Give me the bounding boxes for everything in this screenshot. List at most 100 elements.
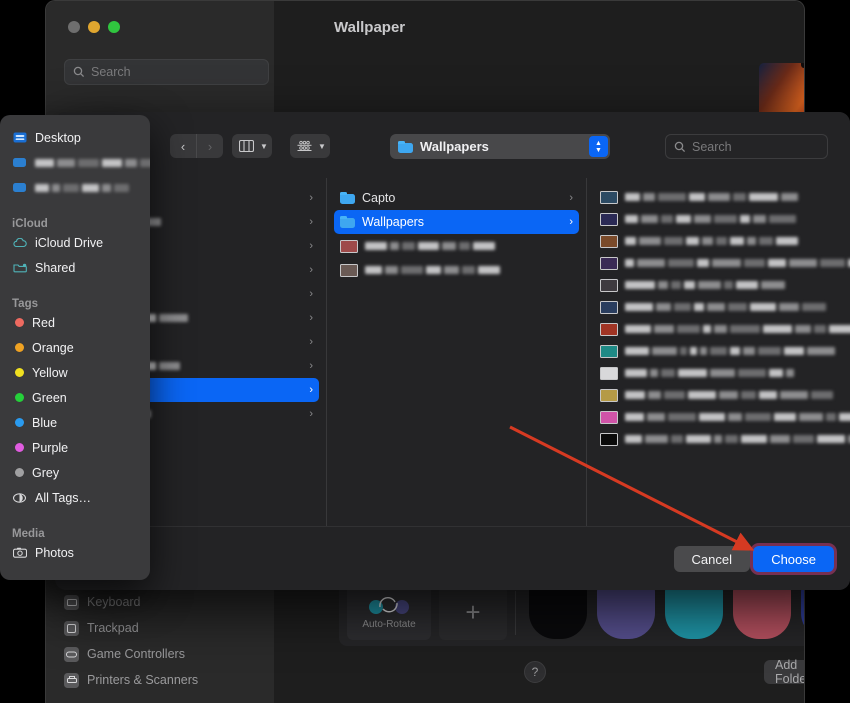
- forward-button[interactable]: ›: [197, 134, 223, 158]
- tag-item[interactable]: Blue: [0, 410, 150, 435]
- recycle-arrows-icon: [369, 596, 409, 616]
- tag-item[interactable]: Red: [0, 310, 150, 335]
- column-item[interactable]: Capto ›: [334, 186, 579, 210]
- minimize-button[interactable]: [88, 21, 100, 33]
- settings-search-field[interactable]: Search: [64, 59, 269, 85]
- tag-label: Yellow: [32, 365, 68, 380]
- sidebar-item-keyboard[interactable]: Keyboard: [56, 589, 270, 615]
- chevron-right-icon: ›: [309, 408, 313, 420]
- tag-label: Grey: [32, 465, 60, 480]
- file-item[interactable]: [594, 428, 850, 450]
- color-swatch[interactable]: [597, 587, 655, 639]
- column-item-label: Wallpapers: [362, 215, 425, 229]
- cloud-icon: [12, 236, 27, 250]
- popover-item[interactable]: [0, 175, 150, 200]
- file-item[interactable]: [594, 230, 843, 252]
- auto-rotate-label: Auto-Rotate: [362, 618, 416, 630]
- finder-search-field[interactable]: Search: [665, 134, 828, 159]
- redacted-text: [365, 242, 495, 250]
- file-thumbnail: [600, 388, 618, 402]
- popover-item[interactable]: iCloud Drive: [0, 230, 150, 255]
- sidebar-item-label: Keyboard: [87, 595, 141, 609]
- popover-item[interactable]: Photos: [0, 540, 150, 565]
- redacted-text: [35, 183, 129, 192]
- chevron-right-icon: ›: [309, 240, 313, 252]
- file-item[interactable]: [594, 296, 843, 318]
- file-item[interactable]: [594, 252, 850, 274]
- add-folder-button[interactable]: Add Folder: [764, 658, 804, 686]
- file-thumbnail: [600, 190, 618, 204]
- tag-item[interactable]: Green: [0, 385, 150, 410]
- sidebar-item-trackpad[interactable]: Trackpad: [56, 615, 270, 641]
- redacted-text: [625, 413, 850, 421]
- page-title: Wallpaper: [334, 19, 406, 36]
- popover-item[interactable]: Desktop: [0, 125, 150, 150]
- folder-icon: [398, 140, 413, 153]
- file-item[interactable]: [594, 274, 843, 296]
- tag-item[interactable]: Purple: [0, 435, 150, 460]
- search-icon: [674, 141, 686, 152]
- file-item[interactable]: [594, 362, 843, 384]
- color-swatch[interactable]: [733, 587, 791, 639]
- tag-color-dot: [15, 393, 24, 402]
- popover-section-header: Tags: [12, 298, 38, 310]
- popover-item[interactable]: Shared: [0, 255, 150, 280]
- column-item[interactable]: Wallpapers ›: [334, 210, 579, 234]
- file-thumbnail: [340, 263, 358, 277]
- popover-item[interactable]: [0, 150, 150, 175]
- file-item[interactable]: [594, 186, 843, 208]
- tag-color-dot: [15, 468, 24, 477]
- back-button[interactable]: ‹: [170, 134, 196, 158]
- maximize-button[interactable]: [108, 21, 120, 33]
- color-swatch[interactable]: [801, 587, 804, 639]
- redacted-text: [625, 325, 850, 333]
- close-button[interactable]: [68, 21, 80, 33]
- stepper-updown-icon[interactable]: ▲ ▼: [589, 136, 608, 157]
- column-files: [587, 178, 850, 526]
- divider: [515, 591, 516, 635]
- column-item[interactable]: [334, 258, 579, 282]
- choose-button[interactable]: Choose: [753, 546, 834, 572]
- tag-label: Blue: [32, 415, 58, 430]
- file-thumbnail: [600, 322, 618, 336]
- column-view-icon: [239, 140, 254, 152]
- column-item[interactable]: [334, 234, 579, 258]
- tag-item[interactable]: Yellow: [0, 360, 150, 385]
- path-popup-button[interactable]: Wallpapers ▲ ▼: [390, 134, 610, 159]
- all-tags-item[interactable]: All Tags…: [0, 485, 150, 510]
- tag-color-dot: [15, 443, 24, 452]
- help-button[interactable]: ?: [524, 661, 546, 683]
- color-swatch[interactable]: [529, 587, 587, 639]
- popover-item-label: Desktop: [35, 130, 81, 145]
- file-thumbnail: [600, 366, 618, 380]
- chevron-right-icon: ›: [569, 192, 573, 204]
- tag-item[interactable]: Grey: [0, 460, 150, 485]
- view-mode-button[interactable]: ▼: [232, 134, 272, 158]
- file-item[interactable]: [594, 340, 843, 362]
- color-swatch[interactable]: [665, 587, 723, 639]
- redacted-text: [625, 281, 785, 289]
- file-item[interactable]: [594, 208, 843, 230]
- file-item[interactable]: [594, 406, 850, 428]
- redacted-text: [625, 435, 850, 443]
- display-notch: [801, 63, 804, 68]
- popover-item-label: Shared: [35, 260, 76, 275]
- search-icon: [73, 66, 85, 78]
- finder-open-panel: ‹ › ▼ ▼ › › › › › › › › › › Capto › Wall…: [55, 112, 850, 590]
- add-wallpaper-button[interactable]: +: [439, 585, 507, 640]
- file-item[interactable]: [594, 384, 843, 406]
- window-traffic-lights: [68, 21, 120, 33]
- auto-rotate-option[interactable]: Auto-Rotate: [347, 585, 431, 640]
- tag-item[interactable]: Orange: [0, 335, 150, 360]
- file-item[interactable]: [594, 318, 850, 340]
- column-item-label: Capto: [362, 191, 396, 205]
- path-popup-label: Wallpapers: [420, 139, 489, 154]
- sidebar-item-printers-scanners[interactable]: Printers & Scanners: [56, 667, 270, 693]
- chevron-right-icon: ›: [569, 216, 573, 228]
- chevron-right-icon: ›: [309, 384, 313, 396]
- group-by-button[interactable]: ▼: [290, 134, 330, 158]
- redacted-text: [625, 369, 794, 377]
- cancel-button[interactable]: Cancel: [673, 546, 750, 572]
- file-thumbnail: [600, 410, 618, 424]
- sidebar-item-game-controllers[interactable]: Game Controllers: [56, 641, 270, 667]
